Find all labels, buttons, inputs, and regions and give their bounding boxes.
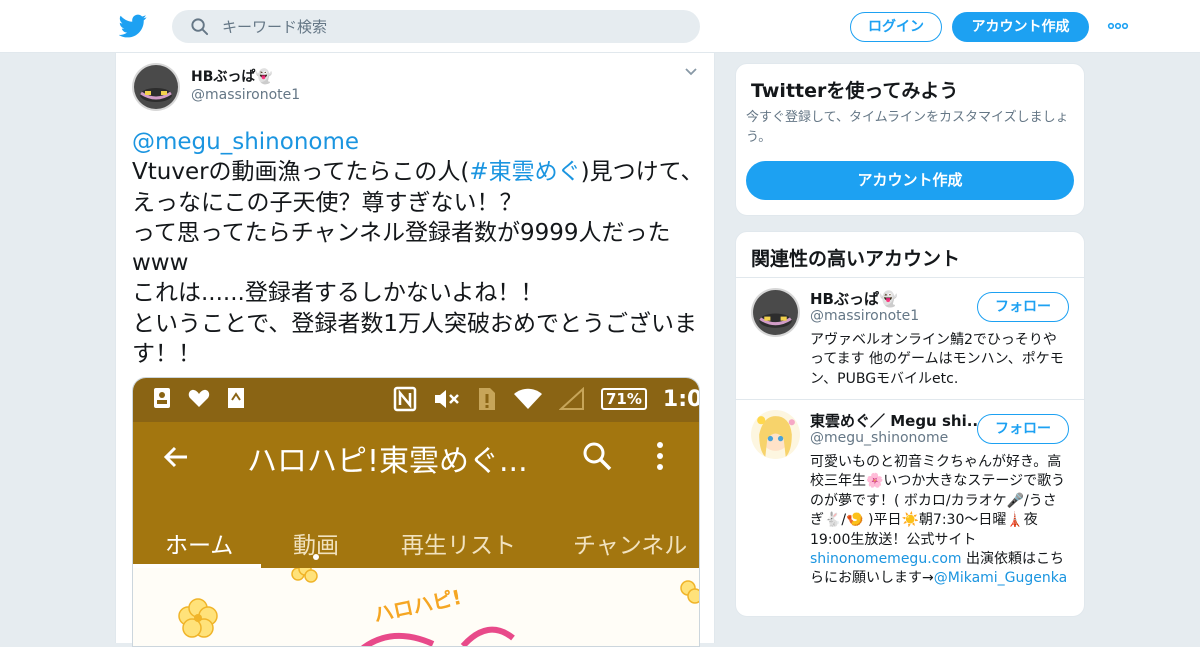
search-box[interactable]	[172, 10, 700, 43]
search-icon	[191, 18, 209, 36]
tweet-card: HBぶっぱ👻 @massironote1 @megu_shinonome Vtu…	[115, 53, 715, 647]
clock: 1:08	[662, 386, 699, 412]
nfc-icon	[393, 386, 417, 412]
bio-text: 可愛いものと初音ミクちゃんが好き。高校三年生🌸いつか大きなステージで歌うのが夢で…	[810, 454, 1066, 548]
avatar[interactable]	[751, 288, 800, 337]
account-bio: アヴァベルオンライン鯖2でひっそりやってます 他のゲームはモンハン、ポケモン、P…	[810, 332, 1064, 387]
twitter-bird-icon[interactable]	[119, 12, 147, 40]
tweet-media-image[interactable]: 71% 1:08 ハロハピ!東雲めぐ... ホーム 動画 再生リスト チャンネル	[132, 377, 700, 647]
mute-icon	[435, 390, 459, 408]
tab-home: ホーム	[165, 533, 234, 559]
follow-button[interactable]: フォロー	[977, 292, 1069, 322]
avatar-image	[132, 63, 180, 111]
account-name[interactable]: HBぶっぱ👻	[810, 288, 898, 309]
kebab-menu-icon	[657, 442, 663, 470]
app-tabs: ホーム 動画 再生リスト チャンネル	[133, 514, 699, 568]
sim-icon	[479, 388, 495, 410]
avatar[interactable]	[751, 410, 800, 459]
divider	[736, 399, 1084, 400]
tweet-text-part: Vtuverの動画漁ってたらこの人(	[132, 159, 470, 186]
card-title: Twitterを使ってみよう	[751, 80, 959, 102]
app-title: ハロハピ!東雲めぐ...	[247, 444, 528, 479]
tweet-user-name[interactable]: HBぶっぱ👻	[191, 66, 273, 86]
account-bio: 可愛いものと初音ミクちゃんが好き。高校三年生🌸いつか大きなステージで歌うのが夢で…	[810, 453, 1070, 589]
battery-indicator: 71%	[601, 388, 647, 410]
tab-playlists: 再生リスト	[401, 533, 516, 559]
chevron-down-icon[interactable]	[684, 67, 698, 77]
account-handle[interactable]: @megu_shinonome	[810, 430, 948, 446]
card-description: 今すぐ登録して、タイムラインをカスタマイズしましょう。	[746, 110, 1069, 145]
mention-link[interactable]: @megu_shinonome	[132, 129, 359, 155]
phone-status-bar: 71% 1:08	[133, 378, 699, 422]
banner-artwork: ハロハピ!	[178, 562, 699, 646]
tweet-text: @megu_shinonome Vtuverの動画漁ってたらこの人(#東雲めぐ)…	[132, 127, 707, 369]
channel-banner: ハロハピ!	[133, 562, 699, 646]
app-icon	[228, 388, 244, 408]
tab-channels: チャンネル	[573, 533, 688, 559]
avatar-image	[751, 288, 800, 337]
back-arrow-icon	[163, 446, 187, 468]
mention-link[interactable]: @Mikami_Gugenka	[934, 570, 1067, 586]
tweet-text-line: ということで、登録者数1万人突破おめでとうございます！！	[132, 310, 698, 368]
hashtag-link[interactable]: #東雲めぐ	[469, 159, 580, 185]
related-accounts-card: 関連性の高いアカウント HBぶっぱ👻 @massironote1 フォロー アヴ…	[735, 231, 1085, 617]
search-input[interactable]	[222, 16, 682, 37]
tweet-user-handle[interactable]: @massironote1	[191, 87, 300, 103]
search-icon	[583, 442, 612, 471]
tab-dot-indicator	[313, 554, 319, 560]
svg-text:ハロハピ!: ハロハピ!	[371, 585, 463, 627]
account-name[interactable]: 東雲めぐ／ Megu shi...	[810, 410, 984, 431]
signup-button[interactable]: アカウント作成	[952, 12, 1089, 42]
signup-button[interactable]: アカウント作成	[746, 161, 1074, 200]
card-title: 関連性の高いアカウント	[751, 248, 961, 270]
account-handle[interactable]: @massironote1	[810, 308, 919, 324]
try-twitter-card: Twitterを使ってみよう 今すぐ登録して、タイムラインをカスタマイズしましょ…	[735, 63, 1085, 216]
avatar-image	[751, 410, 800, 459]
follow-button[interactable]: フォロー	[977, 414, 1069, 444]
signal-icon	[559, 387, 584, 410]
heart-icon	[188, 389, 210, 407]
youtube-app-toolbar: ハロハピ!東雲めぐ... ホーム 動画 再生リスト チャンネル	[133, 422, 699, 568]
login-button[interactable]: ログイン	[850, 12, 942, 42]
wifi-icon	[514, 388, 542, 409]
top-navigation-bar: ログイン アカウント作成	[0, 0, 1200, 53]
tweet-text-line: って思ってたらチャンネル登録者数が9999人だったwww	[132, 219, 671, 277]
contacts-icon	[154, 388, 170, 408]
website-link[interactable]: shinonomemegu.com	[810, 551, 962, 567]
divider	[736, 277, 1084, 278]
more-options-icon[interactable]	[1107, 22, 1129, 30]
tweet-text-line: これは......登録者するしかないよね！！	[132, 280, 544, 307]
avatar[interactable]	[132, 63, 180, 111]
